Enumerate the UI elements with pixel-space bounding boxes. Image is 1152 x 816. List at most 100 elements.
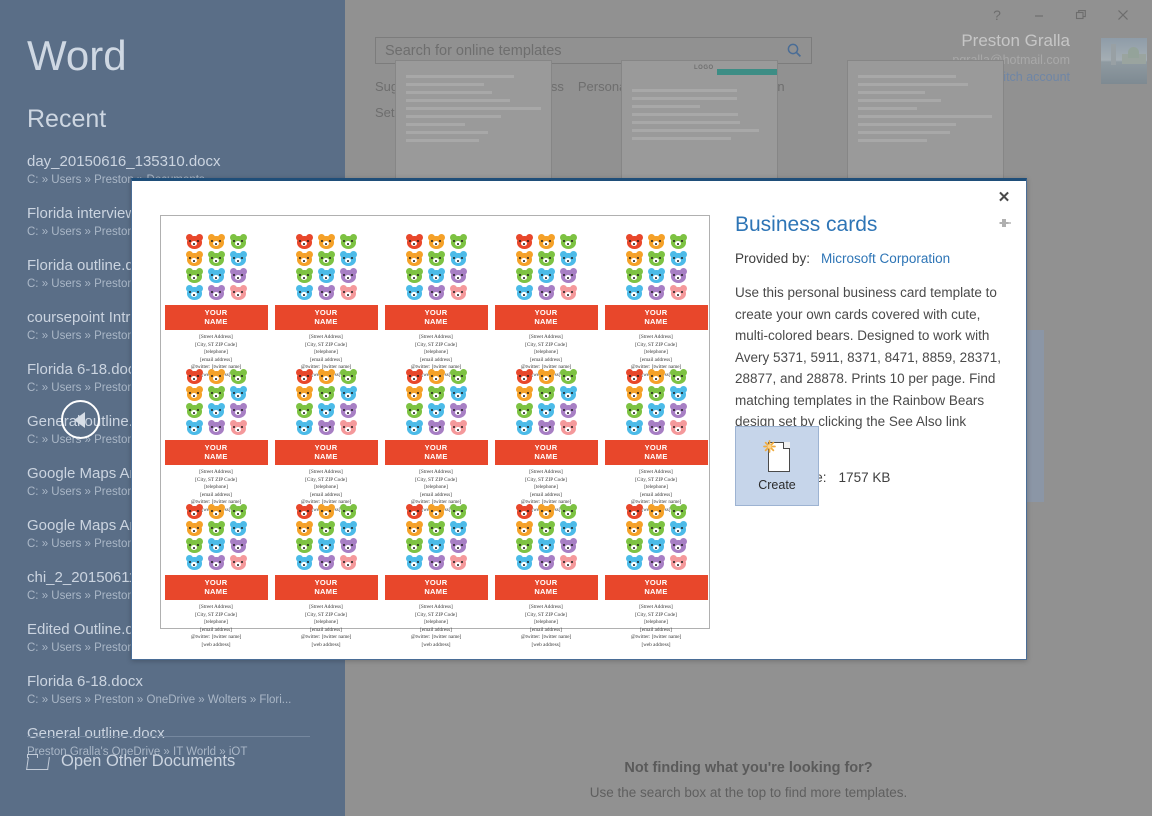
- bear-icon: [427, 538, 445, 553]
- bear-icon: [405, 369, 423, 384]
- bear-icon: [405, 234, 423, 249]
- bear-icon: [647, 386, 665, 401]
- bear-icon: [317, 285, 335, 300]
- bear-icon: [537, 285, 555, 300]
- address-line: [email address]: [530, 357, 562, 363]
- address-line: [web address]: [202, 642, 231, 648]
- bear-icon: [295, 538, 313, 553]
- name-line-1: YOUR: [535, 578, 558, 587]
- bear-icon: [317, 555, 335, 570]
- bear-icon: [185, 403, 203, 418]
- bear-icon: [295, 268, 313, 283]
- bear-icon: [185, 420, 203, 435]
- name-line-2: NAME: [314, 317, 337, 326]
- bear-icon: [185, 521, 203, 536]
- business-card: YOUR NAME [Street Address] [City, ST ZIP Co…: [161, 234, 271, 380]
- bear-icon: [449, 386, 467, 401]
- bear-icon: [295, 369, 313, 384]
- address-line: [telephone]: [204, 619, 228, 625]
- bear-grid: [515, 369, 577, 435]
- bear-icon: [559, 386, 577, 401]
- bear-icon: [339, 420, 357, 435]
- folder-icon: [27, 753, 49, 770]
- business-card: YOUR NAME [Street Address] [City, ST ZIP Co…: [601, 504, 711, 650]
- bear-icon: [185, 369, 203, 384]
- name-line-1: YOUR: [535, 443, 558, 452]
- bear-icon: [295, 234, 313, 249]
- bear-icon: [295, 386, 313, 401]
- template-preview: YOUR NAME [Street Address] [City, ST ZIP Co…: [160, 215, 710, 629]
- address-line: [email address]: [310, 492, 342, 498]
- bear-icon: [317, 521, 335, 536]
- template-thumbnail[interactable]: LOGO: [621, 60, 778, 180]
- bear-icon: [669, 251, 687, 266]
- bear-icon: [317, 403, 335, 418]
- bear-grid: [625, 234, 687, 300]
- bear-icon: [405, 504, 423, 519]
- template-thumbnail[interactable]: [847, 60, 1004, 180]
- back-button[interactable]: [61, 400, 100, 439]
- your-name-band: YOUR NAME: [605, 440, 708, 465]
- name-line-1: YOUR: [425, 308, 448, 317]
- your-name-band: YOUR NAME: [495, 305, 598, 330]
- back-arrow-icon: [74, 412, 85, 428]
- footer-subtext: Use the search box at the top to find mo…: [345, 785, 1152, 800]
- name-line-2: NAME: [534, 317, 557, 326]
- address-line: [telephone]: [534, 484, 558, 490]
- bear-icon: [625, 420, 643, 435]
- bear-icon: [669, 504, 687, 519]
- template-thumbnail[interactable]: [395, 60, 552, 180]
- bear-icon: [427, 251, 445, 266]
- bear-icon: [625, 234, 643, 249]
- bear-icon: [449, 538, 467, 553]
- bear-icon: [647, 555, 665, 570]
- bear-icon: [427, 555, 445, 570]
- card-row: YOUR NAME [Street Address] [City, ST ZIP Co…: [161, 369, 711, 515]
- bear-icon: [295, 555, 313, 570]
- bear-icon: [405, 403, 423, 418]
- address-line: [City, ST ZIP Code]: [635, 612, 677, 618]
- create-button[interactable]: Create: [735, 426, 819, 506]
- address-line: [Street Address]: [309, 469, 343, 475]
- bear-icon: [625, 403, 643, 418]
- card-address-block: [Street Address] [City, ST ZIP Code] [tele…: [521, 604, 572, 650]
- bear-icon: [295, 251, 313, 266]
- your-name-band: YOUR NAME: [165, 575, 268, 600]
- bear-icon: [207, 538, 225, 553]
- your-name-band: YOUR NAME: [605, 575, 708, 600]
- address-line: [web address]: [312, 642, 341, 648]
- your-name-band: YOUR NAME: [385, 575, 488, 600]
- bear-grid: [295, 369, 357, 435]
- provider-link[interactable]: Microsoft Corporation: [821, 251, 950, 266]
- bear-icon: [449, 285, 467, 300]
- your-name-band: YOUR NAME: [275, 575, 378, 600]
- bear-icon: [537, 504, 555, 519]
- bear-icon: [449, 403, 467, 418]
- bear-icon: [427, 268, 445, 283]
- bear-icon: [449, 504, 467, 519]
- bear-icon: [515, 521, 533, 536]
- bear-icon: [537, 521, 555, 536]
- address-line: [telephone]: [204, 484, 228, 490]
- bear-icon: [647, 538, 665, 553]
- card-sheet: YOUR NAME [Street Address] [City, ST ZIP Co…: [161, 216, 711, 630]
- address-line: [Street Address]: [639, 334, 673, 340]
- your-name-band: YOUR NAME: [385, 440, 488, 465]
- address-line: [telephone]: [644, 349, 668, 355]
- bear-icon: [339, 386, 357, 401]
- bear-icon: [449, 369, 467, 384]
- modal-close-icon[interactable]: ✕: [993, 187, 1015, 207]
- bear-icon: [405, 555, 423, 570]
- bear-grid: [405, 504, 467, 570]
- bear-icon: [449, 521, 467, 536]
- address-line: [Street Address]: [309, 334, 343, 340]
- address-line: @twitter: [twitter name]: [301, 634, 352, 640]
- open-other-documents-label: Open Other Documents: [61, 752, 235, 771]
- open-other-documents-button[interactable]: Open Other Documents: [27, 752, 235, 771]
- bear-icon: [229, 386, 247, 401]
- bear-icon: [669, 420, 687, 435]
- business-card: YOUR NAME [Street Address] [City, ST ZIP Co…: [381, 369, 491, 515]
- recent-file-item[interactable]: Florida 6-18.docx C: » Users » Preston » …: [27, 672, 327, 708]
- card-address-block: [Street Address] [City, ST ZIP Code] [tele…: [301, 604, 352, 650]
- bear-icon: [625, 268, 643, 283]
